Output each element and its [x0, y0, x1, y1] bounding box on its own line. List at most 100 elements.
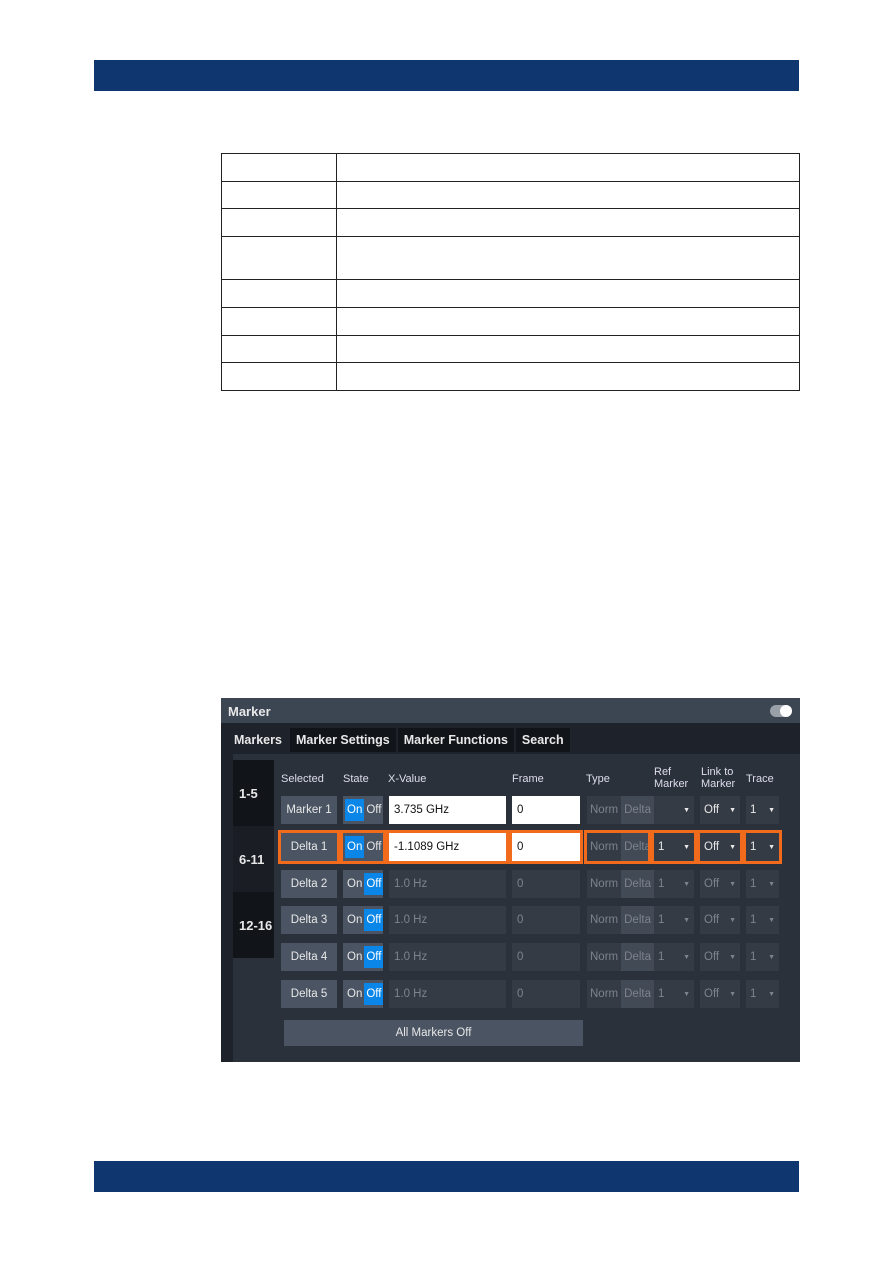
- type-delta: Delta: [621, 833, 654, 861]
- state-toggle[interactable]: On Off: [343, 980, 384, 1008]
- marker-select-button[interactable]: Delta 4: [281, 943, 337, 971]
- link-value: Off: [704, 804, 720, 816]
- frame-input[interactable]: 0: [512, 980, 580, 1008]
- trace-value: 1: [750, 914, 757, 926]
- x-value-input[interactable]: 1.0 Hz: [389, 943, 506, 971]
- header-xvalue: X-Value: [388, 773, 427, 785]
- link-to-marker-dropdown[interactable]: Off ▼: [700, 980, 740, 1008]
- trace-dropdown[interactable]: 1 ▼: [746, 980, 779, 1008]
- chevron-down-icon: ▼: [729, 843, 736, 851]
- link-to-marker-dropdown[interactable]: Off ▼: [697, 830, 743, 864]
- header-frame: Frame: [512, 773, 544, 785]
- link-value: Off: [704, 951, 720, 963]
- ref-marker-value: 1: [658, 914, 665, 926]
- trace-dropdown[interactable]: 1 ▼: [746, 870, 779, 898]
- toggle-icon[interactable]: [770, 705, 792, 717]
- state-on: On: [345, 836, 365, 858]
- state-toggle[interactable]: On Off: [340, 830, 386, 864]
- marker-select-button[interactable]: Delta 2: [281, 870, 337, 898]
- tab-search[interactable]: Search: [515, 728, 570, 752]
- ref-marker-dropdown[interactable]: 1 ▼: [654, 906, 694, 934]
- chevron-down-icon: ▼: [768, 990, 775, 998]
- header-ref-marker: Ref Marker: [654, 766, 689, 790]
- chevron-down-icon: ▼: [683, 953, 690, 961]
- chevron-down-icon: ▼: [683, 880, 690, 888]
- frame-input[interactable]: 0: [512, 796, 580, 824]
- marker-row: Delta 1 On Off -1.1089 GHz 0 Norm Delta 1 ▼…: [233, 830, 800, 864]
- type-toggle[interactable]: Norm Delta: [587, 796, 654, 824]
- tab-marker-functions[interactable]: Marker Functions: [397, 728, 514, 752]
- link-value: Off: [704, 914, 720, 926]
- state-toggle[interactable]: On Off: [343, 906, 384, 934]
- link-value: Off: [704, 841, 720, 853]
- state-on: On: [347, 988, 363, 1000]
- marker-select-button[interactable]: Delta 1: [278, 830, 340, 864]
- marker-select-button[interactable]: Delta 5: [281, 980, 337, 1008]
- markers-panel: 1-5 6-11 12-16 Selected State X-Value Fr…: [233, 754, 800, 1062]
- header-type: Type: [586, 773, 610, 785]
- parameter-table: [221, 153, 800, 391]
- x-value-input[interactable]: 1.0 Hz: [389, 870, 506, 898]
- x-value-input[interactable]: -1.1089 GHz: [386, 830, 509, 864]
- marker-row: Delta 3 On Off 1.0 Hz 0 Norm Delta 1 ▼ Off ▼…: [233, 906, 800, 934]
- header-state: State: [343, 773, 369, 785]
- ref-marker-dropdown[interactable]: 1 ▼: [654, 870, 694, 898]
- ref-marker-dropdown[interactable]: 1 ▼: [654, 980, 694, 1008]
- state-toggle[interactable]: On Off: [343, 796, 383, 824]
- type-delta: Delta: [621, 906, 654, 934]
- tab-markers[interactable]: Markers: [228, 728, 288, 752]
- tab-marker-settings[interactable]: Marker Settings: [289, 728, 396, 752]
- trace-value: 1: [750, 841, 757, 853]
- ref-marker-dropdown[interactable]: ▼: [654, 796, 694, 824]
- frame-input[interactable]: 0: [512, 870, 580, 898]
- trace-dropdown[interactable]: 1 ▼: [746, 906, 779, 934]
- state-on: On: [347, 914, 363, 926]
- frame-input[interactable]: 0: [509, 830, 583, 864]
- type-toggle[interactable]: Norm Delta: [587, 943, 654, 971]
- trace-dropdown[interactable]: 1 ▼: [743, 830, 782, 864]
- frame-input[interactable]: 0: [512, 906, 580, 934]
- chevron-down-icon: ▼: [683, 990, 690, 998]
- state-off: Off: [364, 873, 384, 895]
- type-norm: Norm: [590, 878, 619, 890]
- marker-select-button[interactable]: Delta 3: [281, 906, 337, 934]
- link-to-marker-dropdown[interactable]: Off ▼: [700, 943, 740, 971]
- marker-row: Delta 2 On Off 1.0 Hz 0 Norm Delta 1 ▼ Off ▼…: [233, 870, 800, 898]
- x-value-input[interactable]: 1.0 Hz: [389, 906, 506, 934]
- chevron-down-icon: ▼: [768, 843, 775, 851]
- all-markers-off-button[interactable]: All Markers Off: [284, 1020, 583, 1046]
- link-to-marker-dropdown[interactable]: Off ▼: [700, 870, 740, 898]
- chevron-down-icon: ▼: [768, 880, 775, 888]
- type-norm: Norm: [590, 841, 619, 853]
- type-toggle[interactable]: Norm Delta: [587, 870, 654, 898]
- x-value-input[interactable]: 1.0 Hz: [389, 980, 506, 1008]
- header-bar: [94, 60, 799, 91]
- state-off: Off: [364, 909, 384, 931]
- footer-bar: [94, 1161, 799, 1192]
- link-to-marker-dropdown[interactable]: Off ▼: [700, 796, 740, 824]
- type-norm: Norm: [590, 951, 619, 963]
- ref-marker-dropdown[interactable]: 1 ▼: [654, 943, 694, 971]
- link-to-marker-dropdown[interactable]: Off ▼: [700, 906, 740, 934]
- state-off: Off: [366, 841, 382, 853]
- type-toggle[interactable]: Norm Delta: [587, 980, 654, 1008]
- x-value-input[interactable]: 3.735 GHz: [389, 796, 506, 824]
- frame-input[interactable]: 0: [512, 943, 580, 971]
- ref-marker-value: 1: [658, 988, 665, 1000]
- ref-marker-dropdown[interactable]: 1 ▼: [651, 830, 697, 864]
- chevron-down-icon: ▼: [729, 806, 736, 814]
- trace-value: 1: [750, 804, 757, 816]
- state-toggle[interactable]: On Off: [343, 870, 384, 898]
- trace-dropdown[interactable]: 1 ▼: [746, 796, 779, 824]
- type-toggle[interactable]: Norm Delta: [587, 906, 654, 934]
- ref-marker-value: 1: [658, 951, 665, 963]
- trace-dropdown[interactable]: 1 ▼: [746, 943, 779, 971]
- marker-select-button[interactable]: Marker 1: [281, 796, 337, 824]
- chevron-down-icon: ▼: [729, 990, 736, 998]
- header-selected: Selected: [281, 773, 324, 785]
- type-toggle[interactable]: Norm Delta: [584, 830, 654, 864]
- dialog-title-bar: Marker: [221, 698, 800, 723]
- ref-marker-value: 1: [658, 841, 665, 853]
- state-on: On: [345, 799, 365, 821]
- state-toggle[interactable]: On Off: [343, 943, 384, 971]
